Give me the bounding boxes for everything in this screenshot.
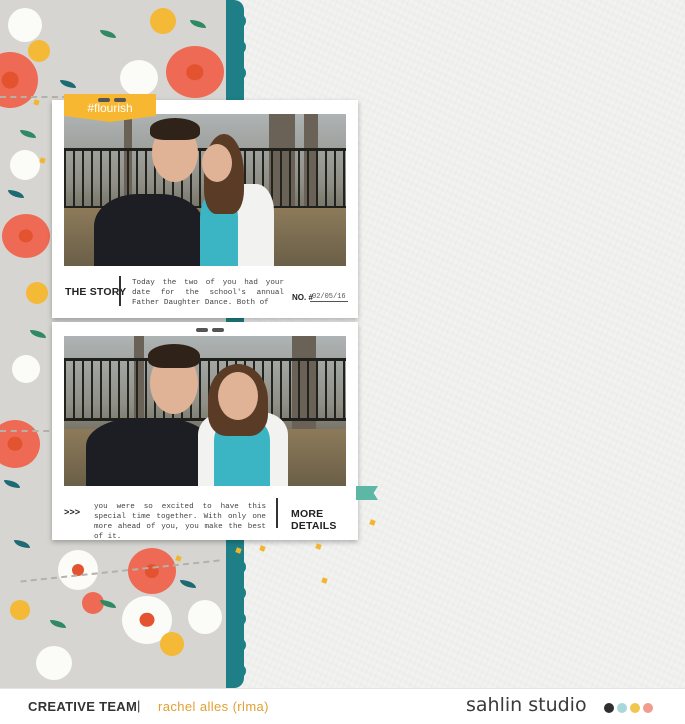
footer-separator: | xyxy=(137,698,141,713)
scallop xyxy=(232,612,246,626)
details-title: MORE DETAILS xyxy=(291,508,337,532)
flower-decoration xyxy=(150,8,176,34)
photo-card-bottom: >>> you were so excited to have this spe… xyxy=(52,322,358,541)
clip-icon xyxy=(196,328,208,332)
flower-decoration xyxy=(128,548,176,594)
leaf-decoration xyxy=(30,330,46,338)
clip-icon xyxy=(212,328,224,332)
brand-dot xyxy=(617,703,627,713)
flower-decoration xyxy=(12,355,40,383)
scallop xyxy=(232,560,246,574)
flower-decoration xyxy=(120,60,158,96)
flower-decoration xyxy=(10,600,30,620)
leaf-decoration xyxy=(100,30,116,38)
scallop xyxy=(232,40,246,54)
scallop xyxy=(232,586,246,600)
flower-decoration xyxy=(26,282,48,304)
stitch-line xyxy=(0,430,60,432)
leaf-decoration xyxy=(4,480,20,488)
photo-smile xyxy=(64,336,346,486)
flower-decoration xyxy=(36,646,72,680)
creative-team-label: CREATIVE TEAM xyxy=(28,699,138,714)
brand-dot xyxy=(630,703,640,713)
flower-decoration xyxy=(0,420,40,468)
brand-dot xyxy=(604,703,614,713)
number-value: 02/05/16 xyxy=(310,293,348,302)
footer-bar: CREATIVE TEAM | rachel alles (rlma) sahl… xyxy=(0,688,685,724)
designer-name: rachel alles (rlma) xyxy=(158,699,269,714)
scallop xyxy=(232,66,246,80)
flower-decoration xyxy=(10,150,40,180)
caption-divider xyxy=(276,498,278,528)
story-text: Today the two of you had your date for t… xyxy=(132,279,284,307)
flower-decoration xyxy=(8,8,42,42)
stitch-line xyxy=(20,559,220,583)
scallop xyxy=(232,664,246,678)
story-title: THE STORY xyxy=(65,286,127,298)
leaf-decoration xyxy=(190,20,206,28)
leaf-decoration xyxy=(14,540,30,548)
flower-decoration xyxy=(188,600,222,634)
arrows-marker: >>> xyxy=(64,508,81,518)
flower-decoration xyxy=(28,40,50,62)
clip-icon xyxy=(114,98,126,102)
leaf-decoration xyxy=(60,80,76,88)
leaf-decoration xyxy=(8,190,24,198)
brand-logo: sahlin studio xyxy=(466,694,587,716)
details-text: you were so excited to have this special… xyxy=(94,503,266,541)
flower-decoration xyxy=(2,214,50,258)
photo-kiss xyxy=(64,114,346,266)
brand-dot xyxy=(643,703,653,713)
clip-icon xyxy=(98,98,110,102)
flower-decoration xyxy=(166,46,224,98)
photo-card-top: THE STORY Today the two of you had your … xyxy=(52,100,358,318)
scallop xyxy=(232,638,246,652)
leaf-decoration xyxy=(180,580,196,588)
flower-decoration xyxy=(160,632,184,656)
leaf-decoration xyxy=(20,130,36,138)
caption-divider xyxy=(119,276,121,306)
leaf-decoration xyxy=(50,620,66,628)
scallop xyxy=(232,14,246,28)
flower-decoration xyxy=(58,550,98,590)
